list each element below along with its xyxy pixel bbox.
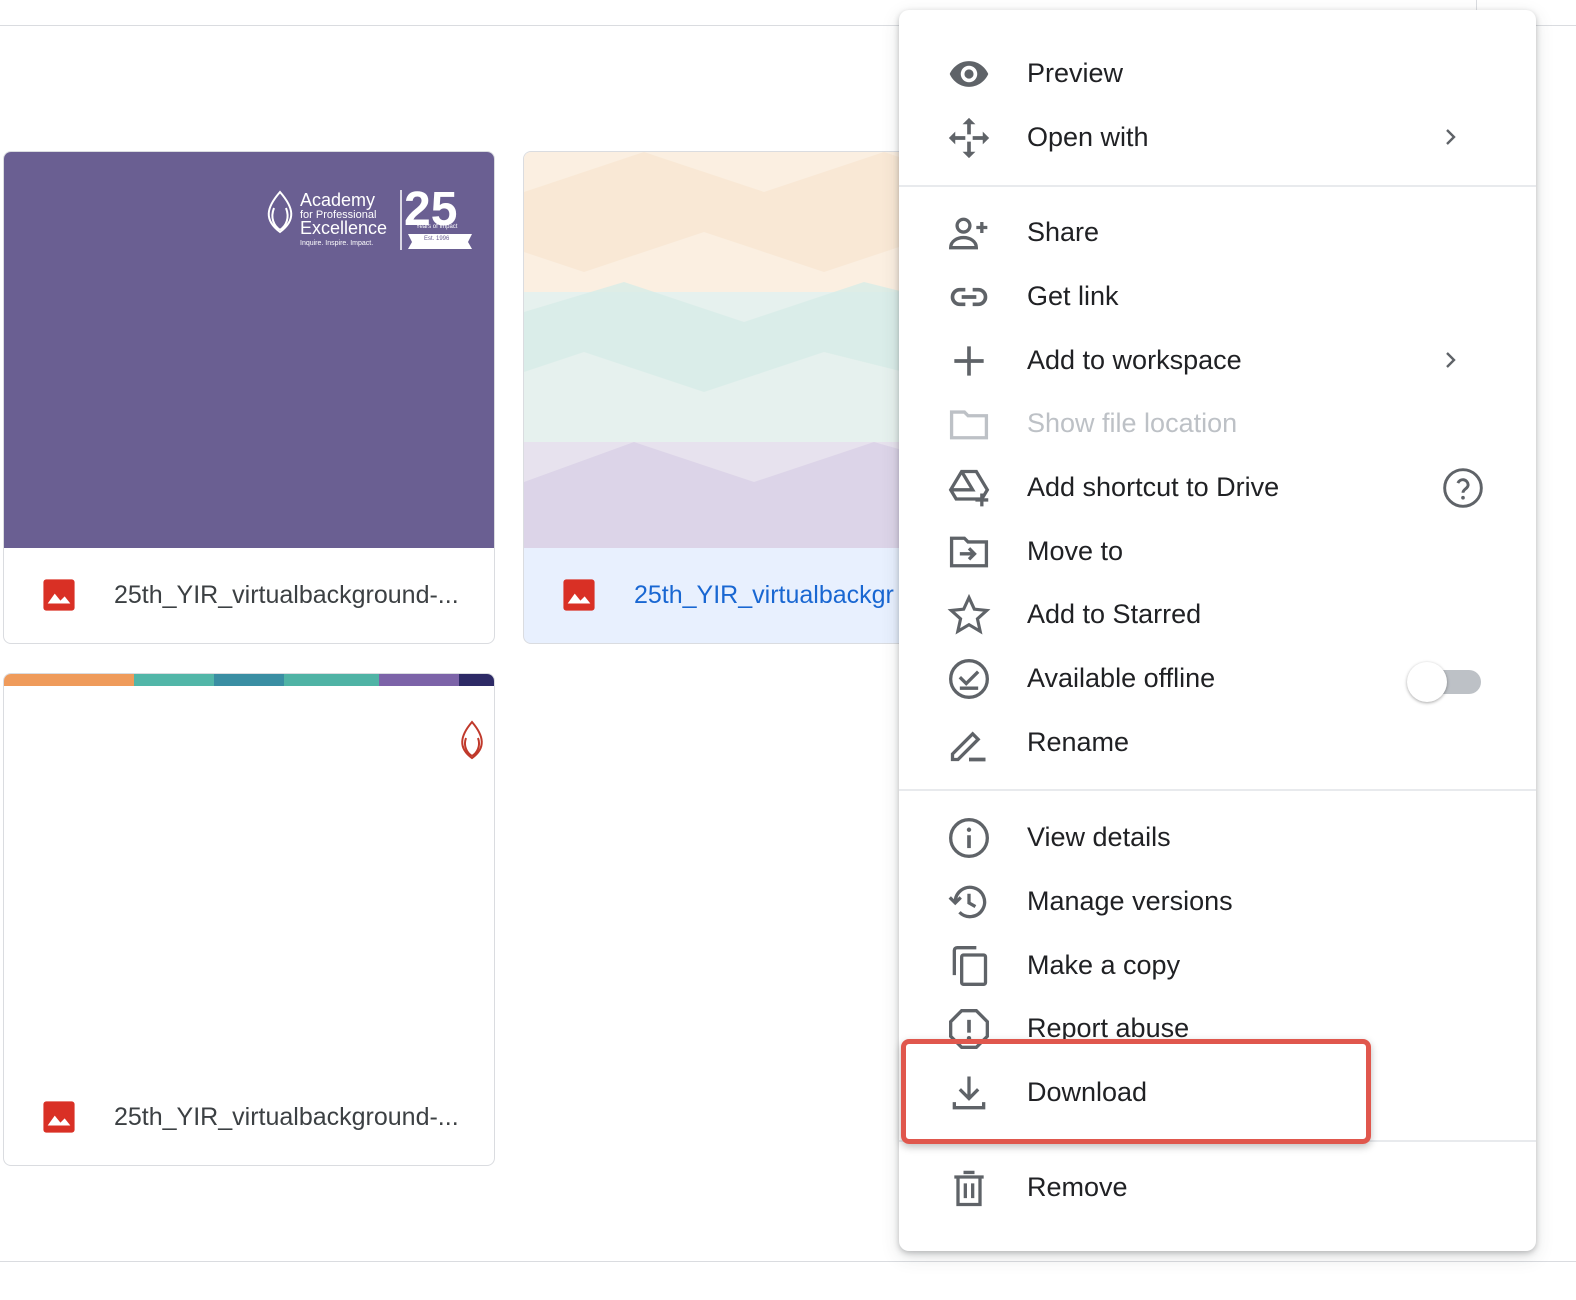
menu-item-open-with[interactable]: Open with: [899, 107, 1536, 167]
info-icon: [947, 816, 991, 860]
menu-item-available-offline[interactable]: Available offline: [899, 648, 1536, 708]
menu-item-view-details[interactable]: View details: [899, 807, 1536, 867]
file-footer: 25th_YIR_virtualbackgr: [524, 547, 942, 643]
top-vertical-divider: [1476, 0, 1477, 10]
file-card-selected[interactable]: 25th_YIR_virtualbackgr: [523, 151, 943, 644]
logo-icon: [461, 720, 483, 760]
logo-tagline: Inquire. Inspire. Impact.: [300, 240, 374, 247]
menu-item-remove[interactable]: Remove: [899, 1157, 1536, 1217]
file-footer: 25th_YIR_virtualbackground-...: [4, 547, 494, 643]
move-arrows-icon: [947, 116, 991, 160]
chevron-right-icon: [1446, 352, 1456, 368]
menu-label: Get link: [1027, 280, 1119, 311]
menu-item-show-file-location: Show file location: [899, 393, 1536, 453]
trash-icon: [947, 1166, 991, 1210]
drive-shortcut-icon: [947, 466, 991, 510]
menu-item-add-to-starred[interactable]: Add to Starred: [899, 584, 1536, 644]
menu-label: Move to: [1027, 535, 1124, 566]
toggle-knob: [1407, 662, 1447, 702]
menu-label: Show file location: [1027, 407, 1238, 438]
menu-separator: [899, 185, 1536, 187]
menu-label: Add to workspace: [1027, 344, 1242, 375]
pencil-icon: [947, 721, 991, 765]
menu-separator: [899, 789, 1536, 791]
menu-label: Rename: [1027, 726, 1130, 757]
copy-icon: [947, 944, 991, 988]
menu-label: Add to Starred: [1027, 598, 1202, 629]
color-stripe: [4, 674, 494, 686]
help-icon[interactable]: [1441, 466, 1485, 510]
menu-item-add-to-workspace[interactable]: Add to workspace: [899, 330, 1536, 390]
file-thumbnail: Academy for Professional Excellence Inqu…: [4, 152, 494, 548]
menu-label: Open with: [1027, 121, 1149, 152]
add-person-icon: [947, 211, 991, 255]
menu-item-add-shortcut[interactable]: Add shortcut to Drive: [899, 457, 1536, 517]
menu-label: View details: [1027, 821, 1171, 852]
file-thumbnail: [524, 152, 942, 548]
image-file-icon: [43, 579, 75, 611]
file-name: 25th_YIR_virtualbackgr: [634, 580, 894, 609]
badge-subtitle: Years of Impact: [416, 224, 458, 230]
menu-label: Make a copy: [1027, 949, 1181, 980]
download-highlight-box: [901, 1039, 1371, 1144]
folder-move-icon: [947, 530, 991, 574]
badge-established: Est. 1996: [424, 236, 450, 242]
image-file-icon: [43, 1101, 75, 1133]
menu-item-move-to[interactable]: Move to: [899, 521, 1536, 581]
file-card[interactable]: 25th_YIR_virtualbackground-...: [3, 673, 495, 1166]
offline-toggle[interactable]: [1407, 660, 1483, 702]
offline-check-icon: [947, 657, 991, 701]
menu-label: Share: [1027, 216, 1100, 247]
logo-line-3: Excellence: [300, 218, 388, 238]
menu-item-share[interactable]: Share: [899, 202, 1536, 262]
menu-label: Available offline: [1027, 662, 1216, 693]
file-card[interactable]: Academy for Professional Excellence Inqu…: [3, 151, 495, 644]
menu-label: Manage versions: [1027, 885, 1233, 916]
image-file-icon: [563, 579, 595, 611]
pattern-graphic: [524, 152, 942, 548]
history-icon: [947, 880, 991, 924]
logo-line-1: Academy: [300, 190, 376, 210]
file-footer: 25th_YIR_virtualbackground-...: [4, 1069, 494, 1165]
menu-label: Remove: [1027, 1171, 1128, 1202]
link-icon: [947, 275, 991, 319]
menu-label: Add shortcut to Drive: [1027, 471, 1280, 502]
chevron-right-icon: [1446, 129, 1456, 145]
menu-item-preview[interactable]: Preview: [899, 43, 1536, 103]
eye-icon: [947, 52, 991, 96]
menu-item-get-link[interactable]: Get link: [899, 266, 1536, 326]
bottom-divider: [0, 1261, 1576, 1262]
file-name: 25th_YIR_virtualbackground-...: [114, 580, 459, 609]
file-name: 25th_YIR_virtualbackground-...: [114, 1102, 459, 1131]
menu-item-manage-versions[interactable]: Manage versions: [899, 871, 1536, 931]
menu-item-make-copy[interactable]: Make a copy: [899, 935, 1536, 995]
star-icon: [947, 593, 991, 637]
plus-icon: [947, 339, 991, 383]
menu-item-rename[interactable]: Rename: [899, 712, 1536, 772]
folder-icon: [947, 402, 991, 446]
menu-label: Preview: [1027, 57, 1124, 88]
